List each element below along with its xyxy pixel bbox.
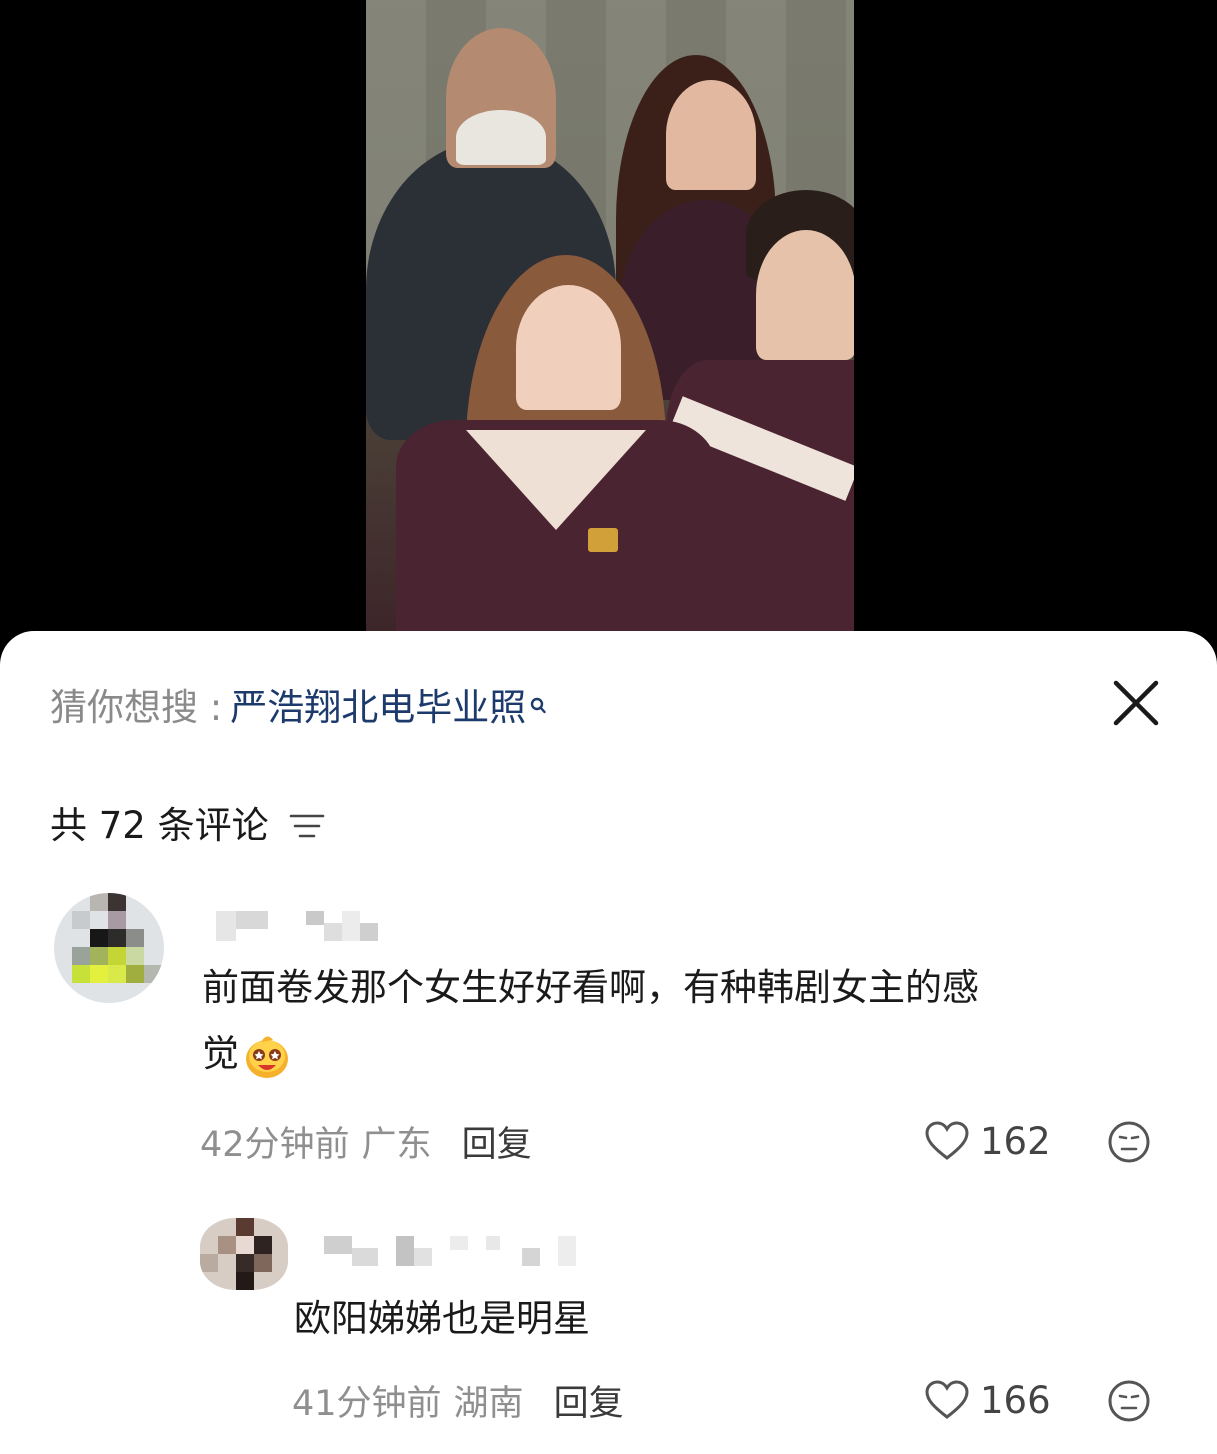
comment-text: 欧阳娣娣也是明星 [294, 1297, 590, 1340]
comment-location: 湖南 [453, 1383, 524, 1424]
like-count: 166 [980, 1378, 1051, 1422]
avatar[interactable] [200, 1218, 288, 1290]
gown-collar-left [466, 430, 646, 530]
man-beard [456, 110, 546, 165]
like-count: 162 [980, 1119, 1051, 1163]
comment-text: 前面卷发那个女生好好看啊，有种韩剧女主的感 觉 [202, 955, 979, 1087]
close-icon[interactable] [1108, 675, 1164, 731]
search-suggestion-label: 猜你想搜 : [50, 686, 223, 729]
sort-icon[interactable] [287, 807, 327, 838]
search-suggestion-query[interactable]: 严浩翔北电毕业照 [230, 677, 526, 731]
young-man-face [756, 230, 854, 360]
like-button[interactable]: 166 [924, 1376, 1051, 1424]
comment-count-header: 共 72 条评论 [50, 797, 327, 847]
woman-back-face [666, 80, 756, 190]
search-suggestion[interactable]: 猜你想搜 : 严浩翔北电毕业照 [50, 679, 546, 729]
search-icon [530, 685, 546, 714]
comment-count: 共 72 条评论 [50, 804, 269, 847]
comment-time: 42分钟前 [200, 1124, 350, 1165]
reply-button[interactable]: 回复 [462, 1116, 532, 1167]
comment-time: 41分钟前 [292, 1383, 442, 1424]
avatar[interactable] [54, 893, 164, 1003]
girl-face [516, 285, 621, 410]
neutral-face-icon[interactable] [1107, 1120, 1151, 1164]
like-button[interactable]: 162 [924, 1117, 1051, 1165]
video-frame[interactable] [366, 0, 854, 660]
reply-button[interactable]: 回复 [554, 1375, 624, 1426]
comment-text-line: 前面卷发那个女生好好看啊，有种韩剧女主的感 [202, 966, 979, 1009]
comment-meta: 41分钟前 湖南 回复 [292, 1376, 624, 1424]
heart-icon [924, 1120, 970, 1162]
comment-meta: 42分钟前 广东 回复 [200, 1117, 532, 1165]
username-blurred[interactable] [324, 1236, 579, 1266]
username-blurred[interactable] [216, 911, 381, 941]
school-badge [588, 528, 618, 552]
comment-location: 广东 [361, 1124, 432, 1165]
heart-icon [924, 1379, 970, 1421]
star-eyes-smiley-emoji [243, 1032, 291, 1080]
comment-text-line: 觉 [202, 1021, 979, 1087]
comment-sheet: 猜你想搜 : 严浩翔北电毕业照 共 72 条评论 前面卷发那个女生好好看啊，有种… [0, 631, 1217, 1454]
video-player[interactable] [0, 0, 1217, 660]
neutral-face-icon[interactable] [1107, 1379, 1151, 1423]
